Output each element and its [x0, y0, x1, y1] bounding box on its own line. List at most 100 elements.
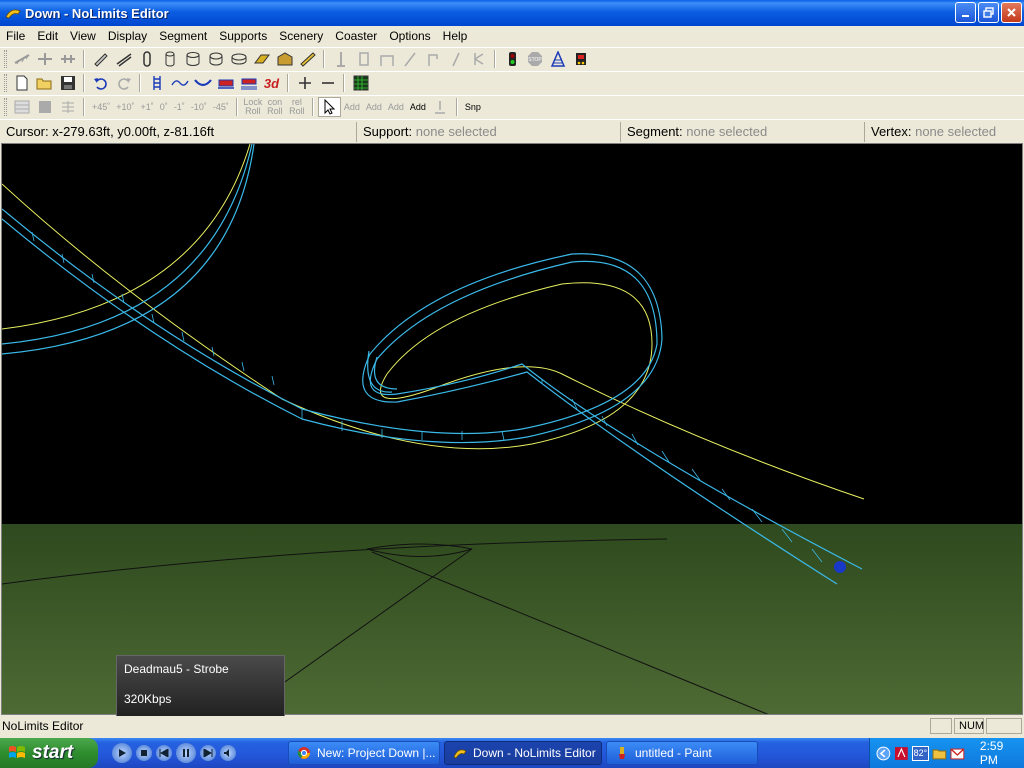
volume-button[interactable] [220, 745, 236, 761]
close-button[interactable] [1001, 2, 1022, 23]
roll-minus1-button[interactable]: -1˚ [171, 97, 188, 117]
tunnel-button[interactable] [273, 49, 296, 69]
menu-file[interactable]: File [0, 26, 31, 46]
add-vertex-button[interactable] [293, 73, 316, 93]
roll-plus10-button[interactable]: +10˚ [113, 97, 137, 117]
stop-playback-button[interactable] [136, 745, 152, 761]
support-hook-button[interactable] [421, 49, 444, 69]
menu-segment[interactable]: Segment [153, 26, 213, 46]
track-bitrate: 320Kbps [124, 692, 172, 706]
maximize-button[interactable] [978, 2, 999, 23]
new-file-button[interactable] [10, 73, 33, 93]
straight-button[interactable] [112, 49, 135, 69]
station-view-button[interactable] [237, 73, 260, 93]
cylinder-button[interactable] [158, 49, 181, 69]
minimize-button[interactable] [955, 2, 976, 23]
track-view-button[interactable] [145, 73, 168, 93]
align-button[interactable] [56, 97, 79, 117]
support-value: none selected [415, 123, 497, 139]
open-file-button[interactable] [33, 73, 56, 93]
train-view-button[interactable] [214, 73, 237, 93]
cylinder3-button[interactable] [204, 49, 227, 69]
menu-coaster[interactable]: Coaster [329, 26, 383, 46]
support-slant-button[interactable] [398, 49, 421, 69]
join-tool-button[interactable] [56, 49, 79, 69]
support-pole-button[interactable] [329, 49, 352, 69]
menu-display[interactable]: Display [102, 26, 153, 46]
menu-edit[interactable]: Edit [31, 26, 64, 46]
add-vertex-tool-button[interactable]: Add [341, 97, 363, 117]
remove-vertex-button[interactable] [316, 73, 339, 93]
cylinder4-button[interactable] [227, 49, 250, 69]
con-roll-button[interactable]: con Roll [264, 97, 286, 117]
coaster-car-button[interactable] [569, 49, 592, 69]
taskbar-item-nolimits[interactable]: Down - NoLimits Editor [444, 741, 602, 765]
scene-render [2, 144, 1022, 714]
toolbar-grip[interactable] [4, 50, 7, 68]
paint-icon [619, 747, 625, 759]
gmail-icon[interactable] [950, 746, 965, 761]
toolbar-grip[interactable] [4, 98, 7, 116]
track-tool-button[interactable] [10, 49, 33, 69]
curve-view-button[interactable] [191, 73, 214, 93]
next-track-button[interactable] [200, 745, 216, 761]
select-tool-button[interactable] [317, 97, 341, 117]
vertex-toolbar: +45˚ +10˚ +1˚ 0˚ -1˚ -10˚ -45˚ Lock Roll… [0, 95, 1024, 118]
pencil-button[interactable] [89, 49, 112, 69]
redo-icon [117, 78, 131, 90]
lock-roll-button[interactable]: Lock Roll [242, 97, 264, 117]
minus-icon [321, 82, 334, 84]
menu-options[interactable]: Options [383, 26, 436, 46]
toolbar-grip[interactable] [4, 74, 7, 92]
spline-view-button[interactable] [168, 73, 191, 93]
toolbar-separator [494, 50, 496, 68]
support-leg-button[interactable] [444, 49, 467, 69]
acrobat-icon[interactable] [894, 746, 909, 761]
add-footer-tool-button[interactable]: Add [385, 97, 407, 117]
roll-plus45-button[interactable]: +45˚ [89, 97, 113, 117]
support-arch-button[interactable] [375, 49, 398, 69]
player-open-button[interactable] [112, 743, 132, 763]
add-node-tool-button[interactable]: Add [407, 97, 429, 117]
pause-button[interactable] [176, 743, 196, 763]
undo-button[interactable] [89, 73, 112, 93]
menu-scenery[interactable]: Scenery [273, 26, 329, 46]
terrain-button[interactable] [349, 73, 372, 93]
straight-icon [116, 53, 131, 67]
3d-viewport[interactable] [1, 143, 1023, 715]
tower-button[interactable] [546, 49, 569, 69]
clock[interactable]: 2:59 PM [980, 739, 1024, 767]
ground-tool-button[interactable] [429, 97, 452, 117]
redo-button[interactable] [112, 73, 135, 93]
cylinder2-button[interactable] [181, 49, 204, 69]
taskbar-item-chrome[interactable]: New: Project Down |... [288, 741, 440, 765]
catwalk-button[interactable] [250, 49, 273, 69]
split-tool-button[interactable] [33, 49, 56, 69]
menu-help[interactable]: Help [437, 26, 474, 46]
table-button[interactable] [10, 97, 33, 117]
start-sim-button[interactable] [500, 49, 523, 69]
ruler-button[interactable] [296, 49, 319, 69]
snap-button[interactable]: Snp [462, 97, 484, 117]
roll-button[interactable] [135, 49, 158, 69]
rel-roll-button[interactable]: rel Roll [286, 97, 308, 117]
add-support-tool-button[interactable]: Add [363, 97, 385, 117]
menu-supports[interactable]: Supports [213, 26, 273, 46]
tray-expand-icon[interactable] [876, 746, 891, 761]
support-end-button[interactable] [467, 49, 490, 69]
start-button[interactable]: start [0, 738, 98, 768]
roll-minus10-button[interactable]: -10˚ [188, 97, 210, 117]
roll-plus1-button[interactable]: +1˚ [138, 97, 157, 117]
save-button[interactable] [56, 73, 79, 93]
previous-track-button[interactable] [156, 745, 172, 761]
block-button[interactable] [33, 97, 56, 117]
taskbar-item-paint[interactable]: untitled - Paint [606, 741, 758, 765]
roll-zero-button[interactable]: 0˚ [157, 97, 171, 117]
support-frame-button[interactable] [352, 49, 375, 69]
view-3d-button[interactable]: 3d [260, 73, 283, 93]
roll-minus45-button[interactable]: -45˚ [210, 97, 232, 117]
folder-icon[interactable] [932, 746, 947, 761]
stop-button[interactable]: STOP [523, 49, 546, 69]
temperature-badge[interactable]: 82° [911, 745, 930, 761]
menu-view[interactable]: View [64, 26, 102, 46]
